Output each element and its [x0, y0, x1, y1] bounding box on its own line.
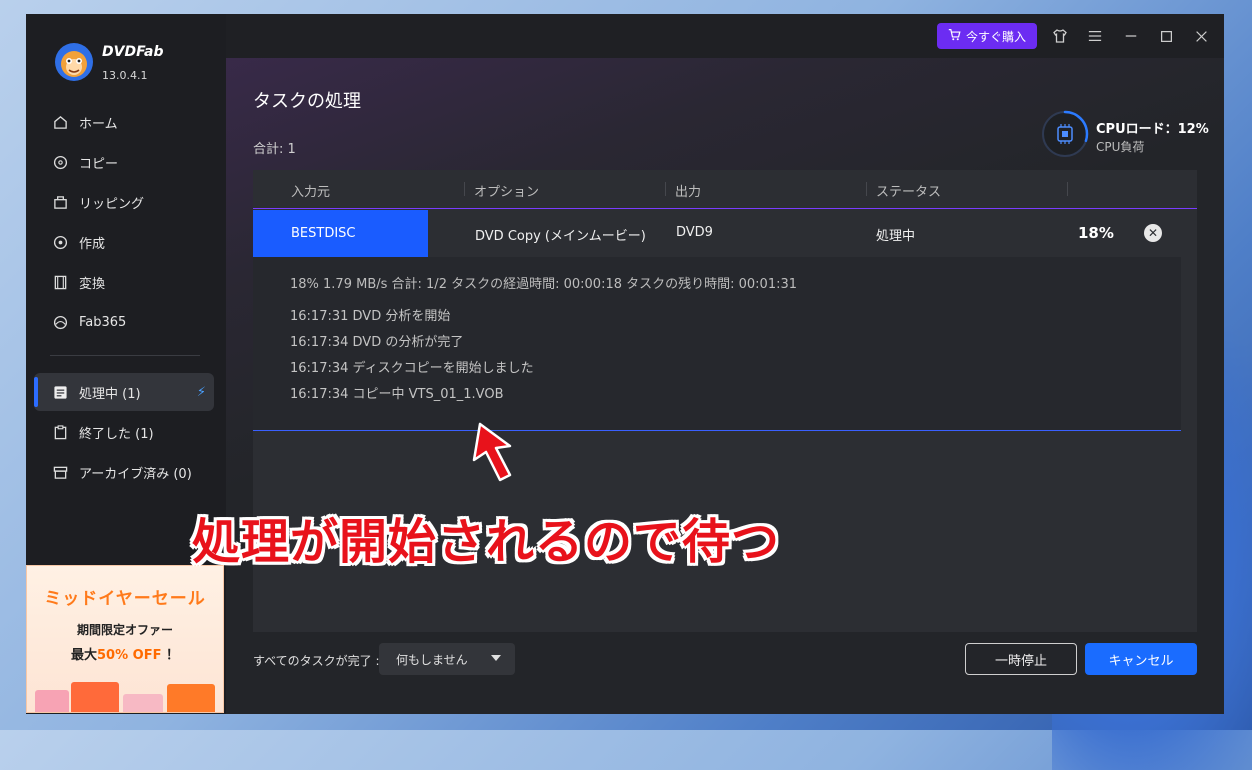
- column-separator: [665, 182, 666, 196]
- column-separator: [1067, 182, 1068, 196]
- option-cell: DVD Copy (メインムービー): [475, 229, 646, 244]
- promo-offer-suffix: ！: [166, 648, 180, 663]
- film-icon: [52, 274, 68, 290]
- sidebar-item-label: リッピング: [79, 196, 145, 212]
- log-line: 16:17:34 コピー中 VTS_01_1.VOB: [290, 387, 504, 402]
- gift-box-icon: [167, 684, 215, 712]
- task-stats: 18% 1.79 MB/s 合計: 1/2 タスクの経過時間: 00:00:18…: [290, 277, 798, 292]
- after-complete-label: すべてのタスクが完了 :: [253, 654, 380, 668]
- column-separator: [464, 182, 465, 196]
- brand-name: DVDFab: [102, 44, 164, 60]
- skin-shirt-icon[interactable]: [1050, 26, 1070, 46]
- promo-offer-value: 50% OFF: [97, 648, 162, 663]
- gift-box-icon: [35, 690, 69, 712]
- promo-banner[interactable]: ミッドイヤーセール 期間限定オファー 最大50% OFF ！: [26, 565, 224, 713]
- archive-icon: [52, 464, 68, 480]
- sidebar: DVDFab 13.0.4.1 ホーム コピー リッピング 作成 変換 Fab3…: [26, 14, 226, 714]
- sidebar-item-convert[interactable]: 変換: [34, 263, 214, 301]
- task-list-icon: [52, 384, 68, 400]
- column-header-source: 入力元: [291, 185, 331, 200]
- progress-percent: 18%: [1078, 224, 1114, 242]
- sidebar-item-label: 変換: [79, 276, 106, 292]
- sidebar-item-label: 終了した (1): [79, 426, 154, 442]
- task-details-panel: 18% 1.79 MB/s 合計: 1/2 タスクの経過時間: 00:00:18…: [253, 257, 1181, 431]
- create-disc-icon: [52, 234, 68, 250]
- dvdfab-window: DVDFab 13.0.4.1 ホーム コピー リッピング 作成 変換 Fab3…: [26, 14, 1224, 714]
- remove-task-button[interactable]: ✕: [1144, 224, 1162, 242]
- main-panel: 今すぐ購入 タスクの処理 合計: 1 CPUロード：12% CPU負荷 入力元 …: [226, 14, 1224, 714]
- promo-offer-prefix: 最大: [70, 648, 97, 663]
- cpu-sub-label: CPU負荷: [1096, 140, 1145, 154]
- buy-now-label: 今すぐ購入: [965, 29, 1026, 44]
- after-complete-select[interactable]: 何もしません: [379, 643, 515, 675]
- gift-box-icon: [123, 694, 163, 712]
- cart-icon: [948, 28, 961, 44]
- promo-title: ミッドイヤーセール: [44, 589, 206, 609]
- sidebar-item-archived[interactable]: アーカイブ済み (0): [34, 453, 214, 491]
- table-header: 入力元 オプション 出力 ステータス: [253, 170, 1197, 209]
- app-version: 13.0.4.1: [102, 69, 148, 82]
- task-total: 合計: 1: [253, 142, 296, 157]
- sidebar-item-label: Fab365: [79, 314, 127, 330]
- pause-button[interactable]: 一時停止: [965, 643, 1077, 675]
- log-line: 16:17:34 DVD の分析が完了: [290, 335, 464, 350]
- maximize-icon[interactable]: [1156, 26, 1176, 46]
- promo-offer: 最大50% OFF ！: [27, 644, 223, 663]
- after-complete-value: 何もしません: [396, 652, 468, 667]
- column-header-option: オプション: [474, 185, 540, 200]
- source-cell: BESTDISC: [253, 210, 428, 257]
- sidebar-item-ripping[interactable]: リッピング: [34, 183, 214, 221]
- sidebar-item-create[interactable]: 作成: [34, 223, 214, 261]
- annotation-caption: 処理が開始されるので待つ: [192, 514, 781, 570]
- sidebar-item-finished[interactable]: 終了した (1): [34, 413, 214, 451]
- sidebar-item-label: 作成: [79, 236, 106, 252]
- cpu-load-label: CPUロード：12%: [1096, 122, 1209, 137]
- sidebar-divider: [50, 355, 200, 356]
- page-title: タスクの処理: [253, 91, 361, 112]
- promo-subtitle: 期間限定オファー: [76, 623, 173, 637]
- home-icon: [52, 114, 68, 130]
- sidebar-item-home[interactable]: ホーム: [34, 103, 214, 141]
- title-bar: 今すぐ購入: [226, 14, 1224, 58]
- cpu-gauge: [1041, 110, 1089, 158]
- sidebar-item-label: 処理中 (1): [79, 386, 141, 402]
- log-line: 16:17:31 DVD 分析を開始: [290, 309, 451, 324]
- sidebar-item-processing[interactable]: 処理中 (1) ⚡: [34, 373, 214, 411]
- sidebar-item-copy[interactable]: コピー: [34, 143, 214, 181]
- log-line: 16:17:34 ディスクコピーを開始しました: [290, 361, 534, 376]
- minimize-icon[interactable]: [1121, 26, 1141, 46]
- buy-now-button[interactable]: 今すぐ購入: [937, 23, 1037, 49]
- fab365-icon: [52, 314, 68, 330]
- close-icon: ✕: [1147, 226, 1159, 240]
- column-separator: [866, 182, 867, 196]
- table-row[interactable]: BESTDISC DVD Copy (メインムービー) DVD9 処理中 18%…: [253, 210, 1197, 257]
- output-cell: DVD9: [676, 225, 713, 240]
- menu-icon[interactable]: [1085, 26, 1105, 46]
- cancel-button[interactable]: キャンセル: [1085, 643, 1197, 675]
- sidebar-item-label: ホーム: [79, 116, 118, 132]
- close-window-icon[interactable]: [1191, 26, 1211, 46]
- sidebar-item-fab365[interactable]: Fab365: [34, 303, 214, 341]
- dvdfab-logo-icon: [55, 43, 93, 81]
- sidebar-item-label: コピー: [79, 156, 119, 172]
- chevron-down-icon: [491, 655, 501, 661]
- status-cell: 処理中: [876, 229, 916, 244]
- column-header-status: ステータス: [876, 185, 942, 200]
- gift-box-icon: [71, 682, 119, 712]
- lightning-icon: ⚡: [196, 384, 206, 400]
- ripping-icon: [52, 194, 68, 210]
- annotation-arrow-icon: [472, 422, 512, 482]
- sidebar-item-label: アーカイブ済み (0): [79, 466, 192, 482]
- column-header-output: 出力: [675, 185, 702, 200]
- clipboard-icon: [52, 424, 68, 440]
- copy-disc-icon: [52, 154, 68, 170]
